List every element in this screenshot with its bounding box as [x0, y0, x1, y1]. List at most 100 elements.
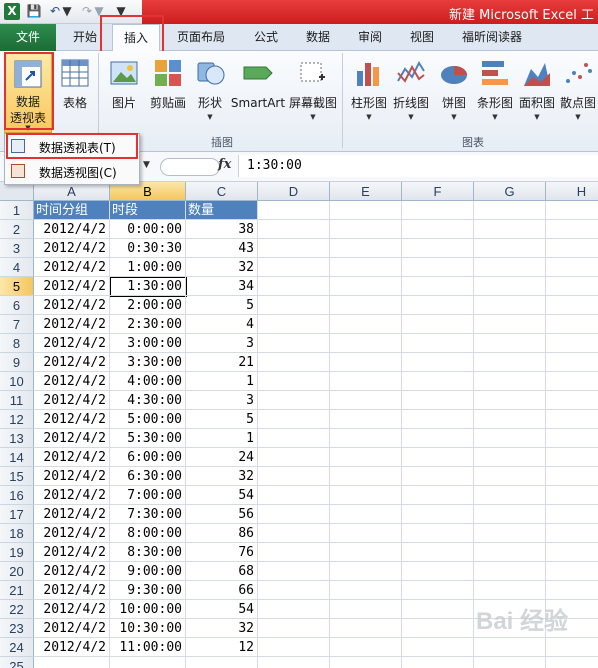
empty-cell[interactable] [474, 448, 546, 467]
empty-cell[interactable] [330, 638, 402, 657]
cell-a[interactable]: 2012/4/2 [34, 334, 110, 353]
empty-cell[interactable] [402, 315, 474, 334]
line-chart-button[interactable]: 折线图 ▼ [390, 53, 432, 133]
row-header[interactable]: 5 [0, 277, 34, 296]
cell-b[interactable]: 1:30:00 [110, 277, 186, 296]
screenshot-button[interactable]: 屏幕截图 ▼ [288, 53, 338, 133]
name-box-dropdown-icon[interactable]: ▼ [143, 160, 150, 170]
empty-cell[interactable] [258, 524, 330, 543]
cell-b[interactable]: 8:00:00 [110, 524, 186, 543]
cell-a[interactable]: 2012/4/2 [34, 220, 110, 239]
empty-cell[interactable] [330, 201, 402, 220]
empty-cell[interactable] [546, 429, 598, 448]
formula-bar-control[interactable] [160, 158, 220, 176]
cell-a[interactable]: 2012/4/2 [34, 391, 110, 410]
cell-c[interactable]: 76 [186, 543, 258, 562]
column-header-h[interactable]: H [546, 182, 598, 201]
empty-cell[interactable] [402, 657, 474, 668]
cell-c[interactable]: 86 [186, 524, 258, 543]
cell-b[interactable]: 7:30:00 [110, 505, 186, 524]
empty-cell[interactable] [474, 543, 546, 562]
picture-button[interactable]: 图片 [104, 53, 144, 133]
empty-cell[interactable] [258, 220, 330, 239]
empty-cell[interactable] [474, 486, 546, 505]
empty-cell[interactable] [330, 581, 402, 600]
empty-cell[interactable] [258, 467, 330, 486]
empty-cell[interactable] [546, 581, 598, 600]
empty-cell[interactable] [546, 372, 598, 391]
row-header[interactable]: 6 [0, 296, 34, 315]
cell-c[interactable]: 32 [186, 619, 258, 638]
empty-cell[interactable] [402, 277, 474, 296]
empty-cell[interactable] [258, 239, 330, 258]
cell-a[interactable]: 2012/4/2 [34, 600, 110, 619]
empty-cell[interactable] [402, 410, 474, 429]
row-header[interactable]: 20 [0, 562, 34, 581]
cell-a[interactable]: 2012/4/2 [34, 239, 110, 258]
empty-cell[interactable] [330, 353, 402, 372]
empty-cell[interactable] [546, 391, 598, 410]
empty-cell[interactable] [258, 353, 330, 372]
cell-c[interactable]: 1 [186, 429, 258, 448]
smartart-button[interactable]: SmartArt [230, 53, 286, 133]
empty-cell[interactable] [330, 258, 402, 277]
cell-a[interactable]: 2012/4/2 [34, 543, 110, 562]
cell-a[interactable]: 2012/4/2 [34, 372, 110, 391]
cell-b[interactable]: 4:30:00 [110, 391, 186, 410]
cell-a[interactable]: 2012/4/2 [34, 353, 110, 372]
empty-cell[interactable] [546, 258, 598, 277]
empty-cell[interactable] [330, 429, 402, 448]
empty-cell[interactable] [258, 315, 330, 334]
cell-c[interactable]: 1 [186, 372, 258, 391]
empty-cell[interactable] [330, 657, 402, 668]
row-header[interactable]: 1 [0, 201, 34, 220]
empty-cell[interactable] [546, 562, 598, 581]
scatter-chart-button[interactable]: 散点图 ▼ [558, 53, 598, 133]
empty-cell[interactable] [258, 638, 330, 657]
empty-cell[interactable] [330, 277, 402, 296]
row-header[interactable]: 3 [0, 239, 34, 258]
empty-cell[interactable] [546, 543, 598, 562]
column-header-g[interactable]: G [474, 182, 546, 201]
undo-icon[interactable]: ↶ [48, 3, 62, 20]
row-header[interactable]: 19 [0, 543, 34, 562]
empty-cell[interactable] [258, 448, 330, 467]
cell-b[interactable]: 5:00:00 [110, 410, 186, 429]
cell-a[interactable]: 2012/4/2 [34, 486, 110, 505]
empty-cell[interactable] [402, 619, 474, 638]
empty-cell[interactable] [258, 372, 330, 391]
tab-data[interactable]: 数据 [296, 24, 340, 51]
empty-cell[interactable] [546, 524, 598, 543]
pie-chart-button[interactable]: 饼图 ▼ [434, 53, 474, 133]
empty-cell[interactable] [258, 600, 330, 619]
empty-cell[interactable] [402, 429, 474, 448]
empty-cell[interactable] [474, 239, 546, 258]
empty-cell[interactable] [546, 638, 598, 657]
formula-input[interactable]: 1:30:00 [238, 155, 598, 177]
table-button[interactable]: 表格 [56, 53, 94, 133]
cell-b[interactable]: 10:30:00 [110, 619, 186, 638]
row-header[interactable]: 7 [0, 315, 34, 334]
empty-cell[interactable] [474, 296, 546, 315]
cell-a[interactable]: 2012/4/2 [34, 562, 110, 581]
empty-cell[interactable] [330, 239, 402, 258]
row-header[interactable]: 10 [0, 372, 34, 391]
empty-cell[interactable] [330, 315, 402, 334]
empty-cell[interactable] [330, 334, 402, 353]
tab-formulas[interactable]: 公式 [244, 24, 288, 51]
cell-c[interactable]: 32 [186, 258, 258, 277]
empty-cell[interactable] [258, 657, 330, 668]
column-header-e[interactable]: E [330, 182, 402, 201]
tab-foxit-reader[interactable]: 福昕阅读器 [454, 24, 530, 51]
empty-cell[interactable] [402, 600, 474, 619]
excel-app-icon[interactable]: X [4, 3, 20, 20]
area-chart-button[interactable]: 面积图 ▼ [516, 53, 558, 133]
cell-c[interactable]: 4 [186, 315, 258, 334]
empty-cell[interactable] [402, 467, 474, 486]
cell-a[interactable]: 2012/4/2 [34, 524, 110, 543]
row-header[interactable]: 17 [0, 505, 34, 524]
cell-a[interactable]: 2012/4/2 [34, 581, 110, 600]
cell-b[interactable]: 7:00:00 [110, 486, 186, 505]
empty-cell[interactable] [474, 657, 546, 668]
empty-cell[interactable] [258, 410, 330, 429]
